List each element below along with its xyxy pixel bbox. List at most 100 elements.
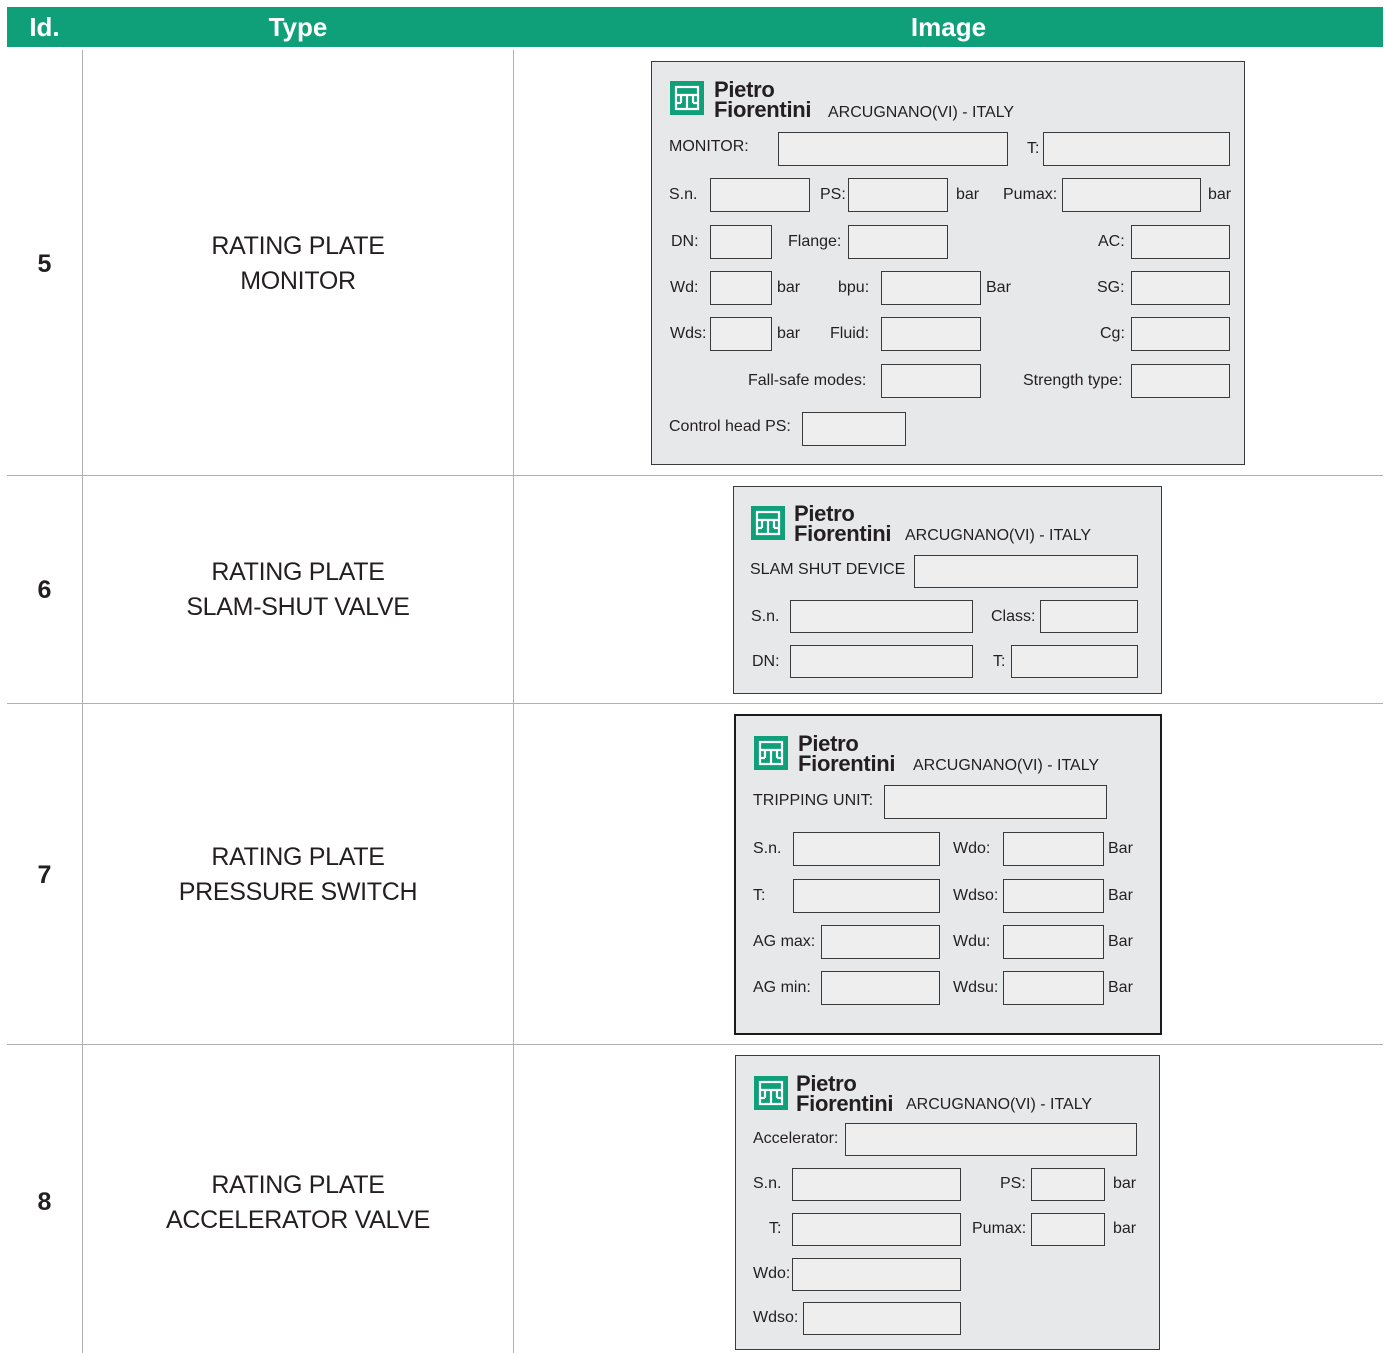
location-text: ARCUGNANO(VI) - ITALY: [906, 1096, 1093, 1113]
type-line2: SLAM-SHUT VALVE: [186, 593, 410, 621]
field-label: Wds:: [670, 325, 707, 342]
t-field: [792, 1213, 961, 1246]
pumax-field: [1062, 178, 1201, 212]
type-line1: RATING PLATE: [211, 843, 385, 871]
field-label: AG max:: [753, 933, 816, 950]
field-label: Cg:: [1100, 325, 1125, 342]
field-label: MONITOR:: [669, 138, 749, 155]
field-label: Flange:: [788, 233, 842, 250]
rating-plate-accelerator: Pietro Fiorentini ARCUGNANO(VI) - ITALY A…: [735, 1055, 1160, 1350]
fluid-field: [881, 317, 981, 351]
type-line1: RATING PLATE: [211, 558, 385, 586]
row-divider: [7, 475, 1383, 476]
field-label: Control head PS:: [669, 418, 791, 435]
field-label: Wdo:: [953, 840, 991, 857]
sn-field: [793, 832, 940, 866]
field-label: T:: [993, 653, 1006, 670]
monitor-field: [778, 132, 1008, 166]
field-label: S.n.: [751, 608, 780, 625]
row-id: 7: [37, 861, 52, 889]
field-label: T:: [1027, 140, 1040, 157]
field-label: TRIPPING UNIT:: [753, 792, 874, 809]
tripping-unit-field: [884, 785, 1107, 819]
accelerator-field: [845, 1123, 1137, 1156]
failsafe-field: [881, 364, 981, 398]
field-label: Wdsu:: [953, 979, 999, 996]
ps-field: [848, 178, 948, 212]
unit-label: bar: [956, 186, 980, 203]
wdo-field: [792, 1258, 961, 1291]
flange-field: [848, 225, 948, 259]
agmax-field: [821, 925, 940, 959]
class-field: [1040, 600, 1138, 633]
field-label: bpu:: [838, 279, 870, 296]
pietro-fiorentini-logo-icon: [670, 81, 704, 115]
field-label: Wdso:: [753, 1309, 799, 1326]
type-line2: MONITOR: [240, 267, 356, 295]
row-id: 5: [37, 250, 52, 278]
field-label: DN:: [752, 653, 780, 670]
row-type: RATING PLATE ACCELERATOR VALVE: [83, 1168, 513, 1238]
t-field: [1043, 132, 1230, 166]
field-label: Fall-safe modes:: [748, 372, 867, 389]
wdso-field: [1003, 879, 1104, 913]
field-label: T:: [753, 887, 766, 904]
wdsu-field: [1003, 971, 1104, 1005]
rating-plate-monitor: Pietro Fiorentini ARCUGNANO(VI) - ITALY M…: [651, 61, 1245, 465]
field-label: Class:: [991, 608, 1036, 625]
type-line2: ACCELERATOR VALVE: [166, 1206, 430, 1234]
wdu-field: [1003, 925, 1104, 959]
sn-field: [792, 1168, 961, 1201]
sg-field: [1131, 271, 1230, 305]
field-label: SLAM SHUT DEVICE: [750, 561, 906, 578]
ps-field: [1031, 1168, 1105, 1201]
field-label: T:: [769, 1220, 782, 1237]
dn-field: [710, 225, 772, 259]
unit-label: bar: [1113, 1220, 1137, 1237]
bpu-field: [881, 271, 981, 305]
rating-plate-pressure-switch: Pietro Fiorentini ARCUGNANO(VI) - ITALY T…: [734, 714, 1162, 1035]
sn-field: [710, 178, 810, 212]
agmin-field: [821, 971, 940, 1005]
table-header: Id. Type Image: [7, 7, 1383, 47]
row-type: RATING PLATE MONITOR: [83, 229, 513, 299]
brand-name: Pietro Fiorentini: [714, 77, 812, 122]
row-divider: [7, 1044, 1383, 1045]
unit-label: bar: [1113, 1175, 1137, 1192]
header-id: Id.: [29, 12, 60, 42]
unit-label: Bar: [986, 279, 1011, 296]
type-line1: RATING PLATE: [211, 232, 385, 260]
wd-field: [710, 271, 772, 305]
location-text: ARCUGNANO(VI) - ITALY: [913, 757, 1100, 774]
row-type: RATING PLATE SLAM-SHUT VALVE: [83, 555, 513, 625]
row-type: RATING PLATE PRESSURE SWITCH: [83, 840, 513, 910]
field-label: Pumax:: [1003, 186, 1058, 203]
pietro-fiorentini-logo-icon: [754, 1076, 788, 1110]
header-type: Type: [268, 12, 328, 42]
strength-field: [1131, 364, 1230, 398]
wds-field: [710, 317, 772, 351]
t-field: [1011, 645, 1138, 678]
row-id: 8: [37, 1188, 52, 1216]
type-line1: RATING PLATE: [211, 1171, 385, 1199]
field-label: Wdso:: [953, 887, 999, 904]
field-label: AG min:: [753, 979, 811, 996]
field-label: Wdu:: [953, 933, 991, 950]
pietro-fiorentini-logo-icon: [754, 736, 788, 770]
unit-label: Bar: [1108, 887, 1133, 904]
dn-field: [790, 645, 973, 678]
wdo-field: [1003, 832, 1104, 866]
field-label: Wdo:: [753, 1265, 791, 1282]
header-image: Image: [910, 12, 987, 42]
unit-label: bar: [1208, 186, 1232, 203]
pietro-fiorentini-logo-icon: [751, 506, 785, 540]
unit-label: bar: [777, 279, 801, 296]
row-divider: [7, 703, 1383, 704]
unit-label: Bar: [1108, 840, 1133, 857]
brand-name: Pietro Fiorentini: [798, 731, 896, 776]
location-text: ARCUGNANO(VI) - ITALY: [905, 527, 1092, 544]
ac-field: [1131, 225, 1230, 259]
field-label: PS:: [1000, 1175, 1026, 1192]
type-line2: PRESSURE SWITCH: [178, 878, 418, 906]
brand-name: Pietro Fiorentini: [794, 501, 892, 546]
